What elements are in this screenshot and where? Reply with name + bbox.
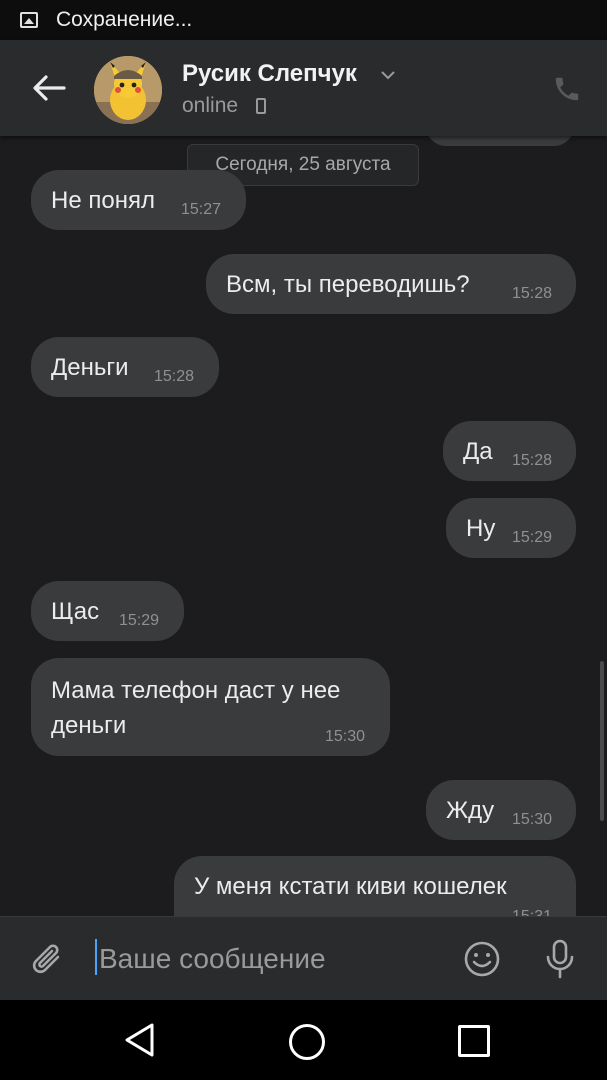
message-time: 15:28 (154, 368, 195, 385)
message-text: Всм, ты переводишь? (226, 271, 470, 298)
message-text: Ну (466, 515, 496, 542)
message-bubble-outgoing[interactable]: Всм, ты переводишь? 15:28 (206, 254, 576, 314)
message-text: Да (463, 438, 493, 465)
message-text: Щас (51, 598, 100, 625)
paperclip-icon[interactable] (28, 939, 68, 979)
message-bubble-incoming[interactable]: Щас 15:29 (31, 581, 184, 641)
message-text: Не понял (51, 187, 155, 214)
message-time: 15:29 (512, 529, 553, 546)
message-bubble-outgoing[interactable]: Жду 15:30 (426, 780, 576, 840)
contact-name[interactable]: Русик Слепчук (182, 60, 357, 88)
message-bubble-outgoing[interactable]: У меня кстати киви кошелек 15:31 (174, 856, 576, 916)
status-bar: Сохранение... (0, 0, 607, 40)
message-time: 15:30 (325, 728, 366, 745)
message-text: Жду (446, 797, 495, 824)
chevron-down-icon[interactable] (380, 70, 396, 80)
chat-header: Русик Слепчук online (0, 40, 607, 136)
online-status: online (182, 94, 239, 117)
avatar[interactable] (94, 56, 162, 124)
message-time: 15:27 (181, 201, 222, 218)
nav-recent-apps-icon[interactable] (458, 1025, 490, 1057)
message-bubble-partial (426, 136, 574, 146)
message-bubble-incoming[interactable]: Не понял 15:27 (31, 170, 246, 230)
microphone-icon[interactable] (540, 937, 580, 981)
back-arrow-icon[interactable] (30, 72, 66, 104)
nav-home-icon[interactable] (289, 1024, 325, 1060)
scrollbar[interactable] (600, 661, 604, 821)
system-navigation-bar (0, 1000, 607, 1080)
mobile-device-icon (256, 98, 266, 114)
pikachu-avatar-image (94, 56, 162, 124)
status-text: Сохранение... (56, 8, 193, 31)
phone-call-icon[interactable] (552, 74, 582, 104)
message-text: Деньги (51, 354, 129, 381)
emoji-smile-icon[interactable] (462, 939, 502, 979)
message-time: 15:28 (512, 452, 553, 469)
message-time: 15:31 (512, 908, 552, 916)
message-time: 15:29 (119, 612, 160, 629)
message-bubble-incoming[interactable]: Деньги 15:28 (31, 337, 219, 397)
message-text: У меня кстати киви кошелек (194, 873, 507, 900)
message-composer (0, 916, 607, 1001)
message-time: 15:28 (512, 285, 553, 302)
image-save-icon (20, 12, 38, 28)
message-bubble-incoming[interactable]: Мама телефон даст у нее деньги 15:30 (31, 658, 390, 756)
message-time: 15:30 (512, 811, 553, 828)
message-bubble-outgoing[interactable]: Да 15:28 (443, 421, 576, 481)
message-input[interactable] (97, 937, 441, 981)
message-bubble-outgoing[interactable]: Ну 15:29 (446, 498, 576, 558)
nav-back-icon[interactable] (122, 1022, 156, 1058)
chat-history[interactable]: Сегодня, 25 августа Не понял 15:27 Всм, … (0, 136, 607, 916)
